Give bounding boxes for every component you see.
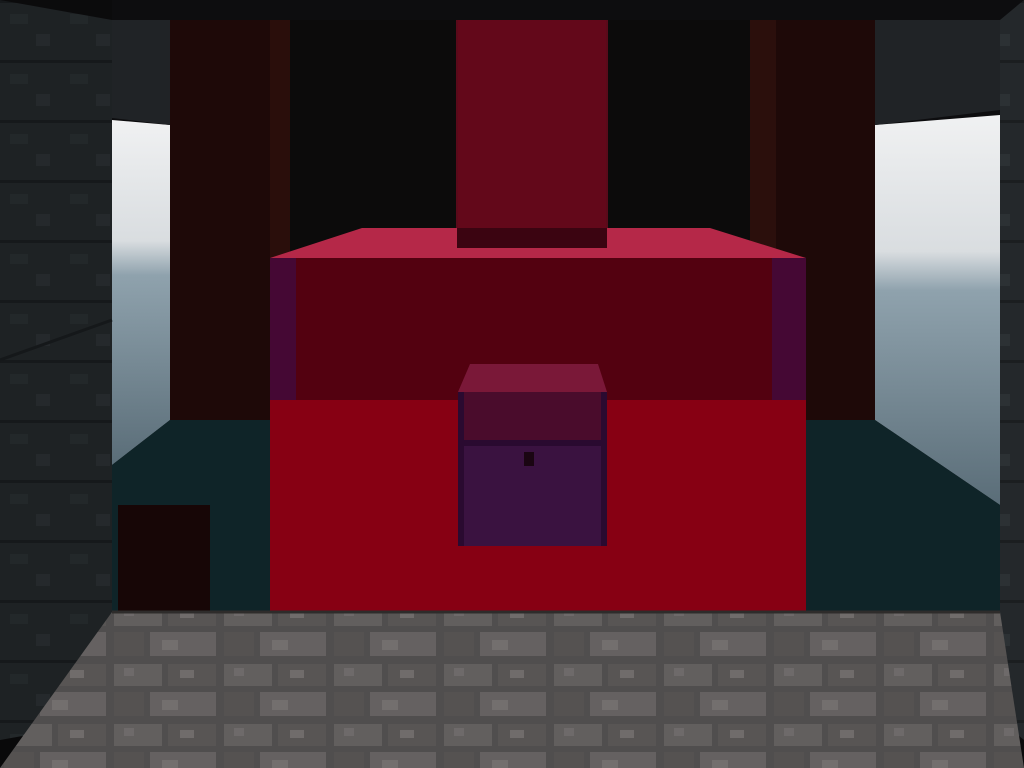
- game-viewport[interactable]: [0, 0, 1024, 768]
- right-stone-wall: [1000, 0, 1024, 740]
- chest[interactable]: [458, 364, 607, 546]
- small-dark-block: [118, 505, 210, 615]
- sky-opening-left: [112, 120, 170, 465]
